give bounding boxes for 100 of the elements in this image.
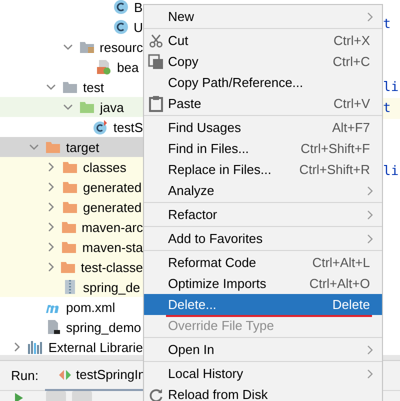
item-label: External Librarie (48, 340, 143, 354)
menu-item-label: New (168, 9, 196, 24)
tree-row[interactable]: maven-arc (0, 217, 143, 237)
menu-item[interactable]: Add to Favorites (144, 228, 382, 249)
menu-item[interactable]: Refactor (144, 204, 382, 225)
shortcut-label: Delete (332, 297, 370, 312)
menu-item[interactable]: Paste Ctrl+V (144, 93, 382, 114)
file-icon (45, 319, 61, 335)
menu-item-label: Find Usages (168, 120, 242, 135)
tree-row[interactable]: target (0, 137, 143, 157)
item-label: U (134, 20, 143, 34)
menu-item-label: Cut (168, 33, 190, 48)
file-icon (96, 59, 112, 75)
item-label: target (66, 140, 100, 154)
tree-row[interactable]: maven-sta (0, 237, 143, 257)
shortcut-label: Alt+F7 (332, 120, 370, 135)
tree-row[interactable]: test-classe (0, 257, 143, 277)
menu-item-label: Reformat Code (168, 255, 258, 270)
menu-item-label: Add to Favorites (168, 231, 264, 246)
shortcut-label: Ctrl+X (334, 33, 370, 48)
reload-icon (148, 386, 164, 401)
item-label: classes (83, 160, 126, 174)
item-label: java (100, 100, 124, 114)
menu-item[interactable]: Find Usages Alt+F7 (144, 117, 382, 138)
tree-row[interactable]: External Librarie (0, 337, 143, 355)
folder-icon (62, 79, 78, 95)
item-label: B (134, 0, 143, 14)
clipboard-icon (148, 96, 164, 112)
run-label: Run: (11, 368, 40, 383)
menu-item[interactable]: Optimize Imports Ctrl+Alt+O (144, 273, 382, 294)
menu-item[interactable]: New (144, 6, 382, 27)
toolbar-button[interactable] (72, 391, 92, 401)
item-label: generated (83, 200, 142, 214)
menu-item-label: Refactor (168, 207, 218, 222)
item-label: spring_demo (66, 320, 142, 334)
tree-row[interactable]: classes (0, 157, 143, 177)
shortcut-label: Ctrl+Alt+O (309, 276, 370, 291)
item-label: test (83, 80, 104, 94)
folder-icon (62, 199, 78, 215)
code-text: li (383, 164, 399, 179)
menu-item-label: Optimize Imports (168, 276, 268, 291)
tree-row[interactable]: generated (0, 177, 143, 197)
tree-row[interactable]: spring_de (0, 277, 143, 297)
tree-row[interactable]: resourc (0, 37, 143, 57)
menu-item-label: Analyze (168, 183, 216, 198)
item-label: pom.xml (66, 300, 116, 314)
menu-item-label: Find in Files... (168, 141, 250, 156)
circle-icon (113, 0, 129, 15)
circle-icon (92, 119, 108, 135)
menu-item-label: Paste (168, 96, 202, 111)
tree-row[interactable]: test (0, 77, 143, 97)
menu-item-label: Replace in Files... (168, 162, 272, 177)
menu-item-label: Open In (168, 342, 216, 357)
menu-item-label: Local History (168, 366, 244, 381)
shortcut-label: Ctrl+C (332, 54, 370, 69)
scissors-icon (148, 32, 164, 48)
menu-item[interactable]: Delete... Delete (144, 294, 382, 315)
folder-icon (61, 239, 78, 255)
code-text: t (383, 17, 391, 32)
toolbar-button[interactable] (46, 391, 66, 401)
menu-item-label: Override File Type (168, 318, 275, 333)
tree-row[interactable]: testS (0, 117, 143, 137)
shortcut-label: Ctrl+Alt+L (312, 255, 370, 270)
folder-icon (60, 219, 77, 235)
folder-icon (60, 259, 76, 275)
code-text: t (383, 101, 391, 116)
menu-item-label: Delete... (168, 297, 218, 312)
item-label: resourc (100, 40, 143, 54)
tree-row[interactable]: java (0, 97, 143, 117)
folder-icon (78, 39, 95, 55)
folder-icon (62, 179, 78, 195)
menu-item[interactable]: Copy Ctrl+C (144, 51, 382, 72)
copy-icon (148, 54, 164, 70)
item-label: generated (83, 180, 142, 194)
libraries-icon (27, 339, 44, 355)
folder-icon (45, 139, 61, 155)
menu-item[interactable]: Analyze (144, 180, 382, 201)
tree-row[interactable]: bea (0, 57, 143, 77)
shortcut-label: Ctrl+Shift+F (300, 141, 370, 156)
menu-item[interactable]: Replace in Files... Ctrl+Shift+R (144, 159, 382, 180)
tree-row[interactable]: pom.xml (0, 297, 143, 317)
tree-row[interactable]: generated (0, 197, 143, 217)
circle-icon (112, 19, 129, 35)
folder-icon (79, 99, 95, 115)
item-label: testS (113, 120, 143, 134)
tree-row[interactable]: B (0, 0, 143, 17)
menu-item[interactable]: Copy Path/Reference... (144, 72, 382, 93)
item-label: maven-arc (82, 220, 143, 234)
item-label: bea (117, 60, 139, 74)
item-label: spring_de (83, 280, 140, 294)
menu-item[interactable]: Open In (144, 339, 382, 360)
play-icon (14, 391, 24, 401)
menu-item[interactable]: Find in Files... Ctrl+Shift+F (144, 138, 382, 159)
menu-item[interactable]: Cut Ctrl+X (144, 30, 382, 51)
menu-item[interactable]: Reformat Code Ctrl+Alt+L (144, 252, 382, 273)
tree-row[interactable]: spring_demo (0, 317, 143, 337)
menu-item-label: Copy (168, 54, 200, 69)
menu-item-label: Copy Path/Reference... (168, 75, 304, 90)
tree-row[interactable]: U (0, 17, 143, 37)
tab-label: testSpringIn (76, 367, 146, 382)
